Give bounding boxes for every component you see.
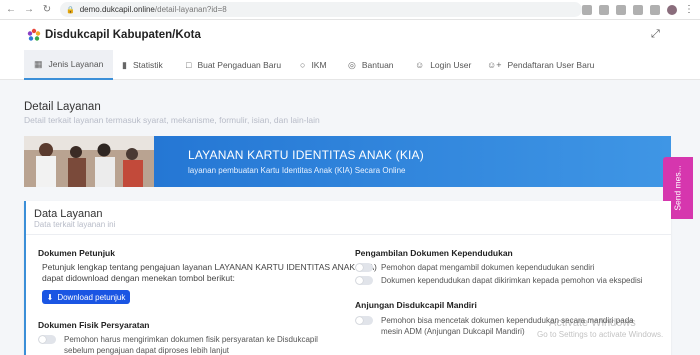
tab-label: Login User — [430, 60, 472, 70]
tab-label: Buat Pengaduan Baru — [197, 60, 282, 70]
ambil-sendiri-row: Pemohon dapat mengambil dokumen kependud… — [355, 262, 594, 273]
forward-icon[interactable]: → — [22, 3, 36, 17]
tab-label: Bantuan — [361, 60, 394, 70]
main-nav: ▦ Jenis Layanan ▮ Statistik □ Buat Penga… — [0, 50, 700, 80]
brand-title[interactable]: Disdukcapil Kabupaten/Kota — [45, 29, 201, 41]
ekspedisi-row: Dokumen kependudukan dapat dikirimkan ke… — [355, 275, 643, 286]
divider — [26, 234, 671, 235]
watermark-line1: Activate Windows — [549, 317, 636, 329]
menu-dots-icon[interactable]: ⋮ — [684, 4, 694, 15]
petunjuk-text-line2: dapat didownload dengan menekan tombol b… — [42, 273, 235, 283]
download-petunjuk-button[interactable]: ⬇ Download petunjuk — [42, 290, 130, 304]
tab-bantuan[interactable]: ◎ Bantuan — [348, 50, 394, 80]
watermark-line2: Go to Settings to activate Windows. — [537, 330, 664, 339]
ambil-sendiri-text: Pemohon dapat mengambil dokumen kependud… — [381, 263, 595, 272]
url-host: demo.dukcapil.online — [79, 5, 155, 14]
ambil-sendiri-toggle[interactable] — [355, 263, 373, 272]
send-message-label: Send mes... — [673, 165, 684, 211]
app-header: Disdukcapil Kabupaten/Kota ⤢ — [0, 20, 700, 50]
card-title: Data Layanan — [34, 208, 103, 220]
anjungan-toggle[interactable] — [355, 316, 373, 325]
ekspedisi-text: Dokumen kependudukan dapat dikirimkan ke… — [381, 276, 643, 285]
petunjuk-text-line1: Petunjuk lengkap tentang pengajuan layan… — [42, 262, 377, 272]
browser-toolbar: ← → ↻ 🔒 demo.dukcapil.online/detail-laya… — [0, 0, 700, 20]
pengambilan-heading: Pengambilan Dokumen Kependudukan — [355, 248, 513, 258]
reload-icon[interactable]: ↻ — [40, 3, 54, 17]
fisik-text-line2: sebelum pengajuan dapat diproses lebih l… — [64, 346, 230, 355]
service-banner: LAYANAN KARTU IDENTITAS ANAK (KIA) layan… — [24, 136, 671, 187]
tab-label: Pendaftaran User Baru — [507, 60, 595, 70]
bar-chart-icon: ▮ — [122, 59, 127, 70]
back-icon[interactable]: ← — [4, 3, 18, 17]
card-subtitle: Data terkait layanan ini — [34, 220, 116, 229]
sidepanel-icon[interactable] — [650, 4, 660, 15]
tab-login-user[interactable]: ☺ Login User — [415, 50, 471, 80]
tab-statistik[interactable]: ▮ Statistik — [122, 50, 163, 80]
tab-jenis-layanan[interactable]: ▦ Jenis Layanan — [24, 50, 114, 80]
flower-logo-icon — [27, 28, 41, 41]
download-icon: ⬇ — [46, 292, 54, 302]
anjungan-heading: Anjungan Disdukcapil Mandiri — [355, 300, 477, 310]
tab-ikm[interactable]: ○ IKM — [300, 50, 327, 80]
lock-icon: 🔒 — [66, 6, 75, 14]
page-subtitle: Detail terkait layanan termasuk syarat, … — [24, 115, 320, 125]
extensions-icon[interactable] — [633, 4, 643, 15]
fisik-toggle[interactable] — [38, 335, 56, 344]
banner-photo — [24, 136, 154, 187]
translate-icon[interactable] — [582, 4, 592, 15]
page-title: Detail Layanan — [24, 101, 101, 113]
user-icon: ☺ — [415, 60, 425, 70]
share-icon[interactable] — [599, 4, 609, 15]
fisik-toggle-row: Pemohon harus mengirimkan dokumen fisik … — [38, 334, 318, 355]
download-label: Download petunjuk — [57, 292, 126, 302]
dokumen-petunjuk-heading: Dokumen Petunjuk — [38, 248, 115, 258]
user-plus-icon: ☺+ — [487, 60, 502, 70]
tab-buat-pengaduan[interactable]: □ Buat Pengaduan Baru — [186, 50, 281, 80]
award-icon: ○ — [300, 60, 306, 70]
chat-icon: □ — [186, 60, 192, 70]
bookmark-icon[interactable] — [616, 4, 626, 15]
tab-label: IKM — [311, 60, 327, 70]
tab-label: Jenis Layanan — [48, 59, 104, 69]
profile-avatar[interactable] — [667, 4, 677, 15]
fisik-text-line1: Pemohon harus mengirimkan dokumen fisik … — [64, 335, 318, 344]
dokumen-fisik-heading: Dokumen Fisik Persyaratan — [38, 320, 150, 330]
grid-icon: ▦ — [34, 58, 43, 69]
ekspedisi-toggle[interactable] — [355, 276, 373, 285]
banner-subtitle: layanan pembuatan Kartu Identitas Anak (… — [188, 166, 406, 175]
url-path: /detail-layanan?id=8 — [154, 5, 227, 14]
tab-label: Statistik — [132, 60, 163, 70]
help-icon: ◎ — [348, 59, 356, 70]
banner-title: LAYANAN KARTU IDENTITAS ANAK (KIA) — [188, 148, 424, 162]
tab-pendaftaran-user[interactable]: ☺+ Pendaftaran User Baru — [487, 50, 594, 80]
fullscreen-icon[interactable]: ⤢ — [651, 28, 660, 41]
address-bar[interactable]: 🔒 demo.dukcapil.online/detail-layanan?id… — [60, 2, 582, 17]
